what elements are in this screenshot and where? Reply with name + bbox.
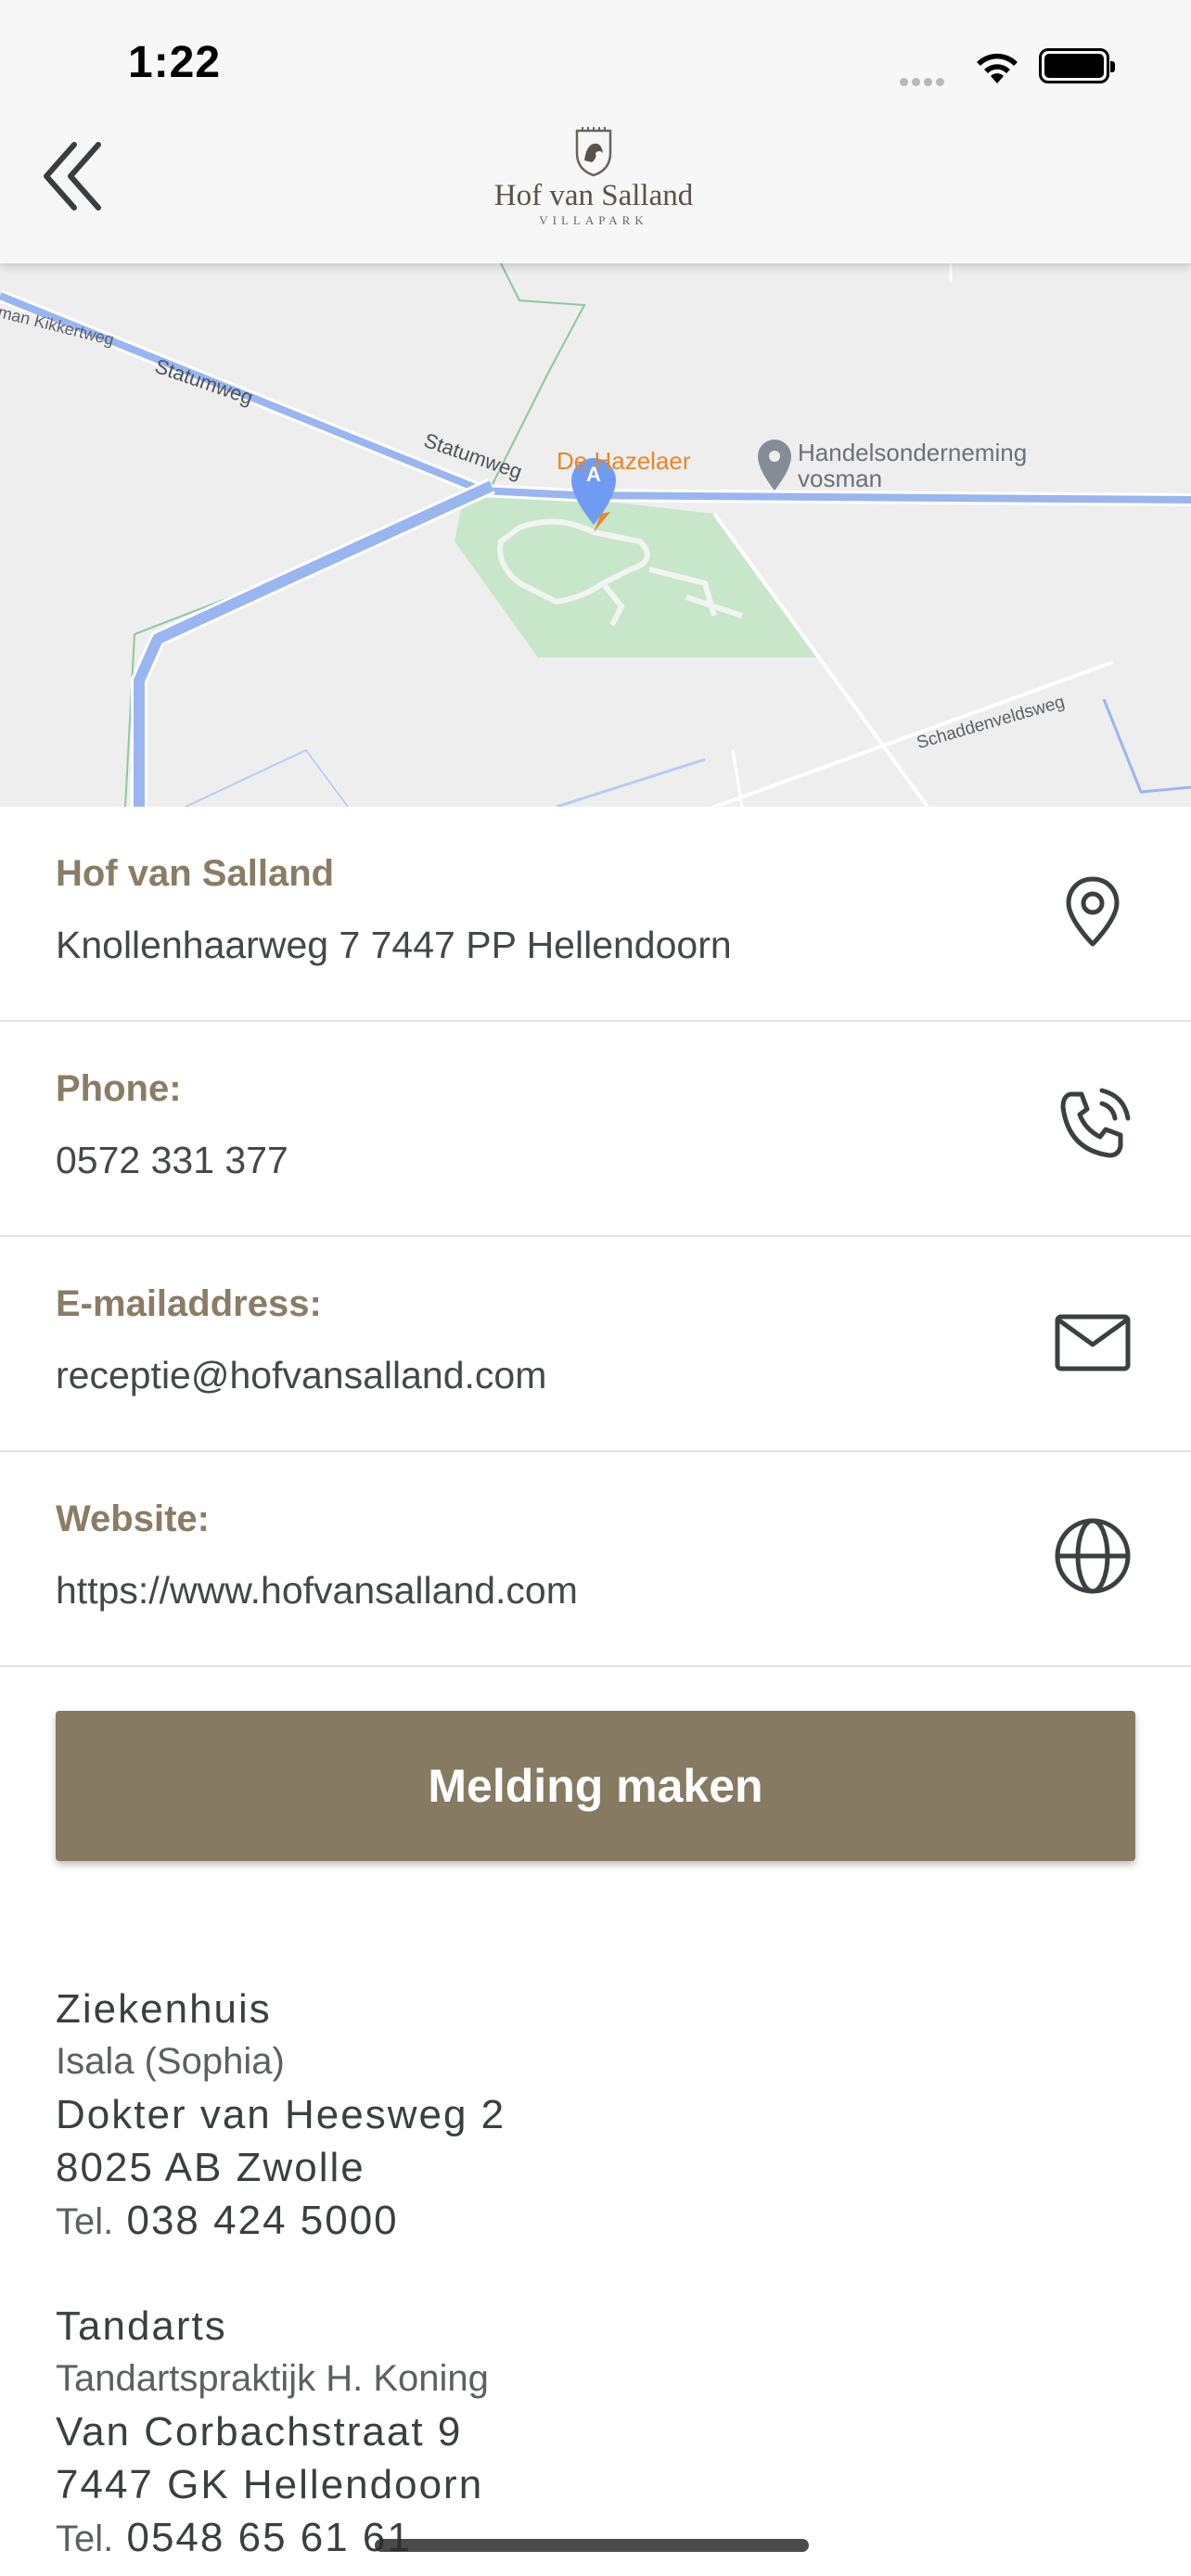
- double-chevron-left-icon[interactable]: [41, 139, 106, 213]
- tel-number[interactable]: 038 424 5000: [126, 2198, 398, 2243]
- logo-name: Hof van Salland: [493, 179, 694, 212]
- address-row[interactable]: Hof van Salland Knollenhaarweg 7 7447 PP…: [0, 807, 1191, 1022]
- map-label-poi[interactable]: Handelsonderneming vosman: [798, 440, 1027, 491]
- map-label-poi[interactable]: De Hazelaer: [557, 447, 691, 476]
- globe-icon[interactable]: [1048, 1511, 1137, 1600]
- website-value: https://www.hofvansalland.com: [56, 1569, 578, 1612]
- phone-row[interactable]: Phone: 0572 331 377: [0, 1022, 1191, 1237]
- contact-street: Dokter van Heesweg 2: [56, 2092, 506, 2137]
- battery-icon: [1039, 48, 1115, 83]
- contact-type: Ziekenhuis: [56, 1986, 272, 2032]
- email-value: receptie@hofvansalland.com: [56, 1354, 547, 1396]
- email-label: E-mailaddress:: [56, 1283, 322, 1324]
- location-map[interactable]: kman Kikkertweg Statumweg Statumweg De H…: [0, 263, 1191, 807]
- contact-city: 8025 AB Zwolle: [56, 2145, 365, 2190]
- tel-number[interactable]: 0548 65 61 61: [126, 2515, 411, 2560]
- crest-icon: [575, 127, 612, 177]
- brand-logo: Hof van Salland VILLAPARK: [482, 125, 705, 236]
- map-pin-icon[interactable]: [1048, 866, 1137, 955]
- tel-prefix: Tel.: [56, 2201, 114, 2242]
- wifi-icon: [977, 53, 1018, 83]
- map-label-poi-line: vosman: [798, 465, 883, 492]
- contact-name: Tandartspraktijk H. Koning: [56, 2358, 489, 2399]
- phone-value: 0572 331 377: [56, 1139, 288, 1181]
- mail-icon[interactable]: [1048, 1296, 1137, 1385]
- status-time: 1:22: [128, 38, 222, 87]
- address-label: Hof van Salland: [56, 853, 335, 894]
- map-label-poi-line: Handelsonderneming: [798, 439, 1028, 466]
- home-indicator[interactable]: [375, 2539, 809, 2552]
- phone-icon[interactable]: [1048, 1081, 1137, 1170]
- cellular-signal-icon: [900, 74, 948, 91]
- email-row[interactable]: E-mailaddress: receptie@hofvansalland.co…: [0, 1237, 1191, 1452]
- website-label: Website:: [56, 1498, 210, 1539]
- map-label-marker: A: [586, 463, 601, 486]
- contact-name: Isala (Sophia): [56, 2041, 285, 2082]
- contact-hospital: Ziekenhuis Isala (Sophia) Dokter van Hee…: [56, 1983, 506, 2249]
- contact-city: 7447 GK Hellendoorn: [56, 2462, 484, 2507]
- logo-subtitle: VILLAPARK: [539, 213, 648, 227]
- report-button[interactable]: Melding maken: [56, 1711, 1135, 1861]
- website-row[interactable]: Website: https://www.hofvansalland.com: [0, 1452, 1191, 1667]
- address-value: Knollenhaarweg 7 7447 PP Hellendoorn: [56, 924, 732, 966]
- contact-phone[interactable]: Tel. 038 424 5000: [56, 2194, 506, 2249]
- contact-type: Tandarts: [56, 2303, 227, 2349]
- contact-street: Van Corbachstraat 9: [56, 2409, 463, 2455]
- app-header: 1:22 Hof van Salland VILLAPARK: [0, 0, 1191, 263]
- phone-label: Phone:: [56, 1068, 182, 1109]
- tel-prefix: Tel.: [56, 2519, 114, 2559]
- contact-dentist: Tandarts Tandartspraktijk H. Koning Van …: [56, 2300, 489, 2566]
